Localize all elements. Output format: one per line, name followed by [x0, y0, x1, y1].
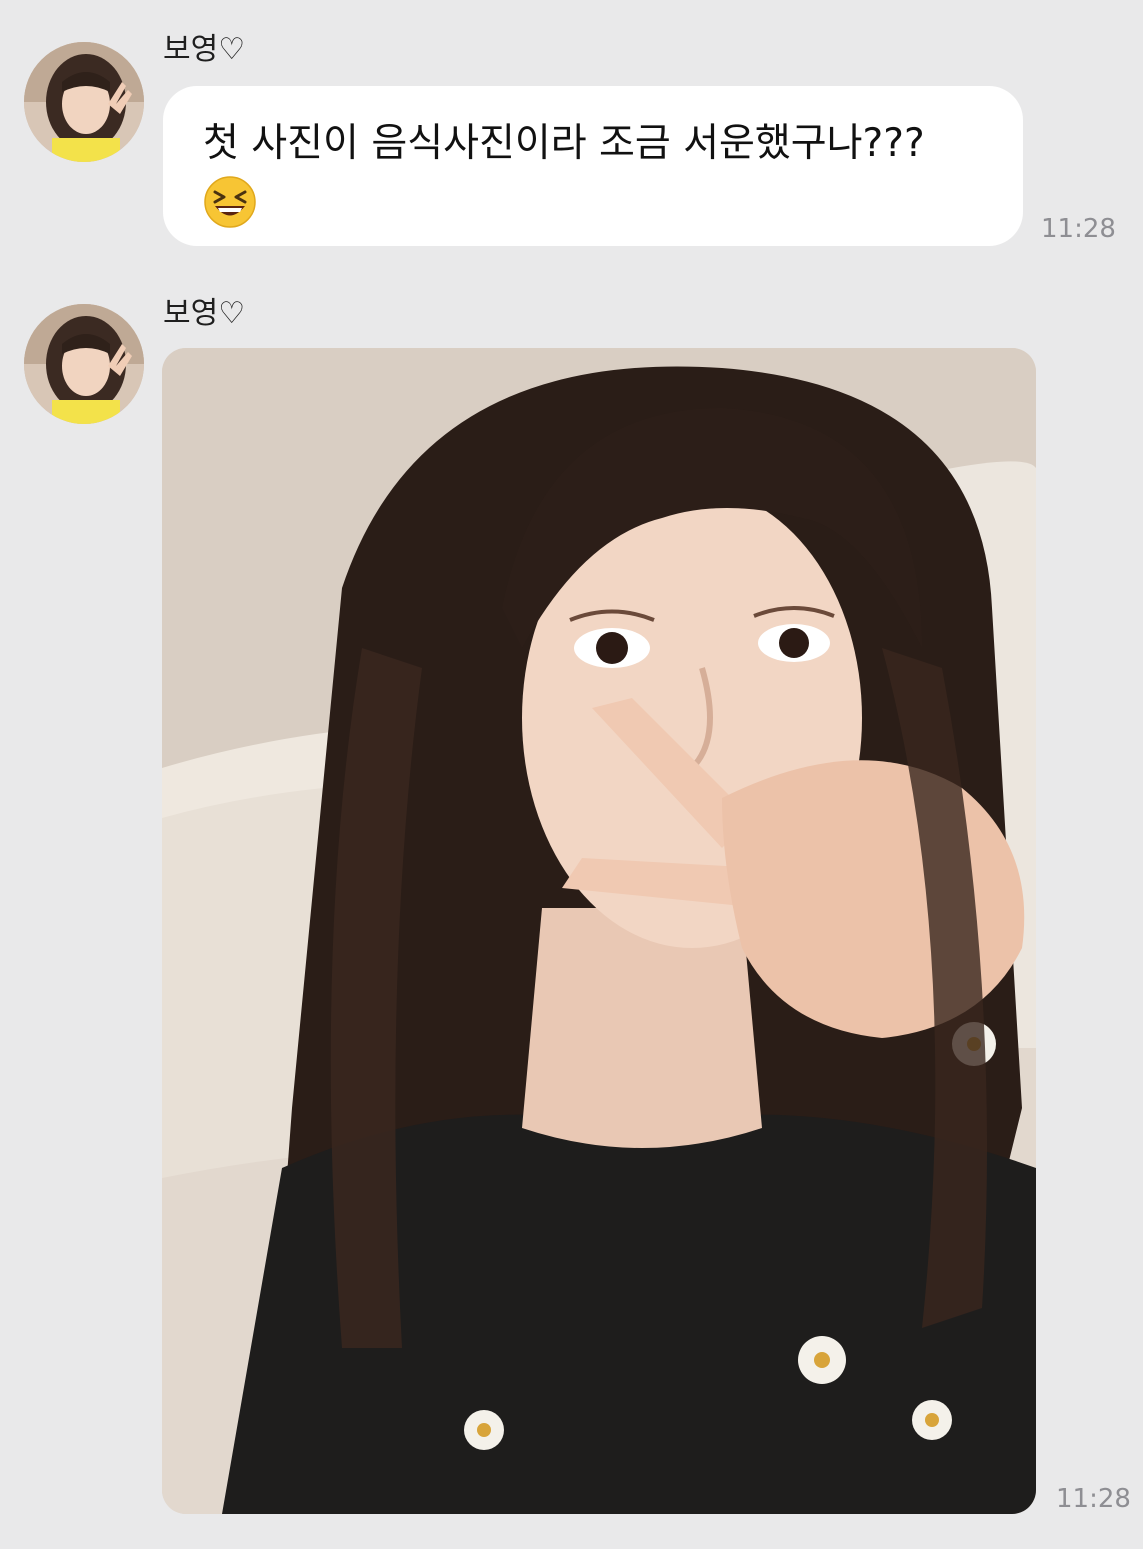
sender-name: 보영♡: [163, 296, 246, 331]
photo-attachment[interactable]: [162, 348, 1036, 1514]
avatar-image: [24, 42, 144, 162]
timestamp: 11:28: [1041, 214, 1116, 244]
message-bubble[interactable]: 첫 사진이 음식사진이라 조금 서운했구나???: [163, 86, 1023, 246]
timestamp: 11:28: [1056, 1484, 1131, 1514]
laughing-squint-emoji-icon: [203, 175, 257, 229]
message-group-1: 보영♡ 첫 사진이 음식사진이라 조금 서운했구나??? 11:28: [0, 0, 1143, 260]
message-group-2: 보영♡ 11:28: [0, 290, 1143, 1549]
selfie-photo-image: [162, 348, 1036, 1514]
sender-avatar[interactable]: [24, 304, 144, 424]
message-text: 첫 사진이 음식사진이라 조금 서운했구나???: [203, 121, 925, 166]
avatar-image: [24, 304, 144, 424]
sender-avatar[interactable]: [24, 42, 144, 162]
sender-name: 보영♡: [163, 32, 246, 67]
